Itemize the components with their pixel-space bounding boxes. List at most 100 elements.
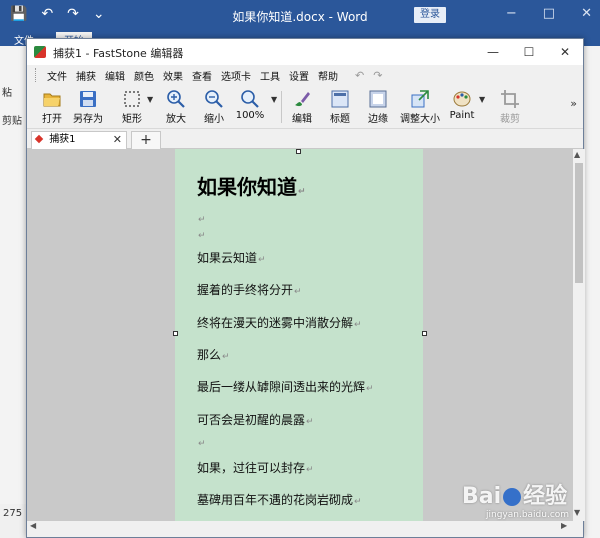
zoom-level-button[interactable]: 100% — [233, 87, 267, 127]
fs-minimize-button[interactable]: — — [475, 39, 511, 65]
document-line: 可否会是初醒的晨露↵ — [197, 411, 314, 428]
undo-icon[interactable]: ↶ — [355, 69, 364, 82]
tab-modified-icon — [34, 134, 44, 144]
captured-document[interactable]: 如果你知道↵ ↵ ↵ 如果云知道↵ 握着的手终将分开↵ 终将在漫天的迷雾中消散分… — [175, 149, 423, 521]
resize-label: 调整大小 — [400, 114, 440, 125]
document-title: 如果你知道↵ — [197, 171, 306, 200]
fs-toolbar: 打开 另存为 矩形 ▼ 放大 缩小 100% ▼ 编辑 标题 边缘 调整大小 P… — [27, 85, 583, 129]
fs-titlebar: 捕获1 - FastStone 编辑器 — ☐ ✕ — [27, 39, 583, 65]
document-line-text: 墓碑用百年不遇的花岗岩砌成 — [197, 493, 354, 507]
fs-canvas[interactable]: 如果你知道↵ ↵ ↵ 如果云知道↵ 握着的手终将分开↵ 终将在漫天的迷雾中消散分… — [27, 149, 573, 521]
watermark-logo-text-right: 经验 — [523, 484, 568, 509]
document-line: ↵ — [197, 211, 206, 225]
word-maximize-button[interactable]: □ — [543, 6, 555, 21]
faststone-editor-window: 捕获1 - FastStone 编辑器 — ☐ ✕ 文件 捕获 编辑 颜色 效果… — [26, 38, 585, 538]
paragraph-mark-icon: ↵ — [354, 320, 362, 330]
fs-tab-strip: 捕获1 ✕ + — [27, 129, 583, 149]
edit-button[interactable]: 编辑 — [285, 87, 319, 127]
open-label: 打开 — [42, 114, 62, 125]
zoom-in-label: 放大 — [166, 114, 186, 125]
rect-select-label: 矩形 — [122, 114, 142, 125]
menu-capture[interactable]: 捕获 — [76, 68, 96, 83]
menu-file[interactable]: 文件 — [47, 68, 67, 83]
fs-maximize-button[interactable]: ☐ — [511, 39, 547, 65]
document-line-text: 如果云知道 — [197, 251, 258, 265]
paragraph-mark-icon: ↵ — [306, 417, 314, 427]
watermark-logo: Bai 经验 — [462, 478, 567, 510]
menu-help[interactable]: 帮助 — [318, 68, 338, 83]
document-line: 握着的手终将分开↵ — [197, 281, 302, 298]
menu-effects[interactable]: 效果 — [163, 68, 183, 83]
zoom-in-icon — [167, 90, 185, 108]
paint-button[interactable]: Paint — [445, 87, 479, 127]
zoom-dropdown-chevron-icon[interactable]: ▼ — [271, 95, 277, 104]
zoom-in-button[interactable]: 放大 — [159, 87, 193, 127]
menu-color[interactable]: 颜色 — [134, 68, 154, 83]
paragraph-mark-icon: ↵ — [298, 187, 306, 197]
paragraph-mark-icon: ↵ — [222, 352, 230, 362]
crop-icon — [501, 90, 519, 108]
word-titlebar: 💾 ↶ ↷ ⌄ 如果你知道.docx - Word 登录 − □ ✕ — [0, 0, 600, 32]
zoom-out-icon — [205, 90, 223, 108]
menubar-grip-icon[interactable] — [35, 68, 38, 82]
paragraph-mark-icon: ↵ — [294, 287, 302, 297]
magnifier-icon — [241, 90, 259, 108]
open-button[interactable]: 打开 — [35, 87, 69, 127]
document-line-text: 那么 — [197, 348, 222, 362]
document-line: 最后一缕从罅隙间透出来的光辉↵ — [197, 378, 374, 395]
document-line: 那么↵ — [197, 346, 230, 363]
rectangle-select-icon — [124, 91, 140, 107]
document-line: ↵ — [197, 435, 206, 449]
document-line: 墓碑用百年不遇的花岗岩砌成↵ — [197, 491, 362, 508]
toolbar-overflow-icon[interactable]: » — [570, 97, 577, 110]
border-icon — [369, 90, 387, 108]
word-clipboard-label: 剪贴 — [2, 116, 22, 127]
menu-edit[interactable]: 编辑 — [105, 68, 125, 83]
resize-handle-left[interactable] — [173, 331, 178, 336]
vertical-scroll-thumb[interactable] — [575, 163, 583, 283]
document-line: 如果云知道↵ — [197, 249, 266, 266]
vertical-scrollbar[interactable]: ▲ ▼ — [573, 149, 585, 521]
rect-select-button[interactable]: 矩形 — [115, 87, 149, 127]
fs-close-button[interactable]: ✕ — [547, 39, 583, 65]
crop-button[interactable]: 裁剪 — [493, 87, 527, 127]
menu-settings[interactable]: 设置 — [289, 68, 309, 83]
scroll-left-arrow-icon[interactable]: ◀ — [30, 521, 36, 530]
new-tab-button[interactable]: + — [131, 131, 161, 149]
resize-button[interactable]: 调整大小 — [399, 87, 441, 127]
paragraph-mark-icon: ↵ — [258, 255, 266, 265]
save-as-button[interactable]: 另存为 — [71, 87, 105, 127]
document-line-text: 如果，过往可以封存 — [197, 461, 306, 475]
word-window-controls: − □ ✕ — [506, 6, 592, 21]
word-login-button[interactable]: 登录 — [414, 7, 446, 23]
folder-open-icon — [43, 93, 61, 107]
word-paste-label: 粘 — [2, 88, 12, 99]
resize-handle-top[interactable] — [296, 149, 301, 154]
paragraph-mark-icon: ↵ — [366, 384, 374, 394]
paint-dropdown-chevron-icon[interactable]: ▼ — [479, 95, 485, 104]
word-minimize-button[interactable]: − — [506, 6, 517, 21]
border-label: 边缘 — [368, 114, 388, 125]
menu-tools[interactable]: 工具 — [260, 68, 280, 83]
fs-window-controls: — ☐ ✕ — [475, 39, 583, 65]
document-title-text: 如果你知道 — [197, 175, 297, 199]
word-close-button[interactable]: ✕ — [581, 6, 592, 21]
zoom-out-button[interactable]: 缩小 — [197, 87, 231, 127]
menu-tabs[interactable]: 选项卡 — [221, 68, 251, 83]
tab-close-icon[interactable]: ✕ — [113, 132, 122, 148]
document-line-text: 终将在漫天的迷雾中消散分解 — [197, 316, 354, 330]
caption-button[interactable]: 标题 — [323, 87, 357, 127]
menu-view[interactable]: 查看 — [192, 68, 212, 83]
border-button[interactable]: 边缘 — [361, 87, 395, 127]
resize-handle-right[interactable] — [422, 331, 427, 336]
scroll-up-arrow-icon[interactable]: ▲ — [574, 150, 580, 159]
edit-label: 编辑 — [292, 114, 312, 125]
fs-menubar: 文件 捕获 编辑 颜色 效果 查看 选项卡 工具 设置 帮助 ↶ ↷ — [27, 65, 583, 85]
rect-dropdown-chevron-icon[interactable]: ▼ — [147, 95, 153, 104]
word-page-number: 275 — [3, 508, 23, 519]
document-line-text: 最后一缕从罅隙间透出来的光辉 — [197, 380, 366, 394]
tab-capture-1[interactable]: 捕获1 ✕ — [31, 131, 127, 149]
redo-icon[interactable]: ↷ — [373, 69, 382, 82]
faststone-app-icon — [34, 46, 46, 58]
watermark-url: jingyan.baidu.com — [486, 510, 570, 520]
